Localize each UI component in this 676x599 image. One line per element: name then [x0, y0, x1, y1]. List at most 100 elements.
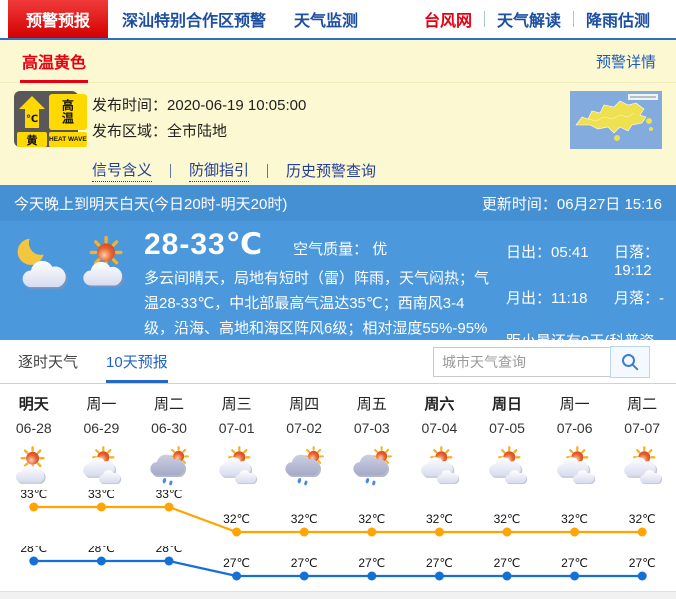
forecast-date-label: 07-04: [406, 414, 474, 442]
current-weather-header: 今天晚上到明天白天(今日20时-明天20时) 更新时间：06月27日 15:16: [0, 185, 676, 221]
temperature-label: 32℃: [561, 512, 588, 526]
heat-wave-warning-icon: ℃ 高温 黄 HEAT WAVE: [14, 91, 78, 147]
forecast-weather-icon-rain-sun: [135, 442, 203, 490]
forecast-day-label[interactable]: 周六: [406, 384, 474, 414]
nav-link-rain-estimate[interactable]: 降雨估测: [574, 7, 662, 31]
low-temperature-line-chart: 28℃28℃28℃27℃27℃27℃27℃27℃27℃27℃: [0, 546, 676, 591]
sunrise: 日出：05:41: [506, 241, 614, 279]
search-icon: [620, 352, 640, 372]
temperature-label: 32℃: [629, 512, 656, 526]
temperature-label: 27℃: [426, 556, 453, 570]
temperature-label: 27℃: [629, 556, 656, 570]
forecast-weather-icon-rain-sun: [270, 442, 338, 490]
temperature-point: [29, 557, 38, 566]
warning-map-thumbnail[interactable]: [570, 91, 662, 149]
forecast-day-label[interactable]: 周四: [270, 384, 338, 414]
temperature-label: 27℃: [358, 556, 385, 570]
nav-tab-weather-monitor[interactable]: 天气监测: [280, 0, 372, 38]
temperature-label: 32℃: [494, 512, 521, 526]
temperature-point: [435, 572, 444, 581]
air-quality: 空气质量： 优: [293, 238, 387, 259]
forecast-weather-icon-cloud-sun: [541, 442, 609, 490]
temperature-point: [232, 572, 241, 581]
temperature-point: [435, 528, 444, 537]
forecast-date-label: 07-01: [203, 414, 271, 442]
tab-hourly-weather[interactable]: 逐时天气: [18, 340, 78, 383]
temperature-point: [29, 503, 38, 512]
temperature-point: [97, 503, 106, 512]
city-search-box: [433, 346, 658, 378]
tab-ten-day-forecast[interactable]: 10天预报: [106, 340, 168, 383]
top-nav: 预警预报 深汕特别合作区预警 天气监测 台风网 天气解读 降雨估测: [0, 0, 676, 40]
temperature-point: [165, 503, 174, 512]
temperature-range: 28-33℃: [144, 227, 263, 262]
day-cloudy-sun-icon: [78, 235, 138, 291]
forecast-date-label: 07-03: [338, 414, 406, 442]
defense-guide-link[interactable]: 防御指引: [189, 159, 249, 182]
forecast-date-label: 07-05: [473, 414, 541, 442]
temperature-label: 32℃: [223, 512, 250, 526]
warning-info: 发布时间：2020-06-19 10:05:00 发布区域：全市陆地: [92, 91, 306, 149]
forecast-date-label: 06-30: [135, 414, 203, 442]
temperature-label: 28℃: [88, 546, 115, 555]
temperature-arrow-icon: ℃: [17, 94, 47, 130]
temperature-point: [570, 572, 579, 581]
temperature-label: 27℃: [494, 556, 521, 570]
forecast-weather-icon-sun-cloud: [0, 442, 68, 490]
warning-type-tab[interactable]: 高温黄色: [20, 39, 88, 83]
forecast-date-label: 07-07: [608, 414, 676, 442]
publish-area-value: 全市陆地: [167, 123, 227, 140]
warning-detail-link[interactable]: 预警详情: [596, 51, 656, 72]
city-search-input[interactable]: [433, 347, 611, 377]
nav-link-typhoon-net[interactable]: 台风网: [412, 7, 484, 31]
warning-panel: 高温黄色 预警详情 ℃ 高温 黄 HEAT WAVE 发布时间：2020-06-…: [0, 40, 676, 185]
nav-tab-warning-forecast[interactable]: 预警预报: [8, 0, 108, 38]
update-time: 更新时间：06月27日 15:16: [482, 193, 662, 214]
temperature-label: 33℃: [88, 490, 115, 501]
forecast-date-label: 06-28: [0, 414, 68, 442]
publish-time-value: 2020-06-19 10:05:00: [167, 97, 306, 114]
nav-tab-shenshan-warning[interactable]: 深汕特别合作区预警: [108, 0, 280, 38]
signal-meaning-link[interactable]: 信号含义: [92, 159, 152, 182]
temperature-point: [638, 572, 647, 581]
nav-right-links: 台风网 天气解读 降雨估测: [412, 0, 676, 38]
temperature-point: [367, 572, 376, 581]
temperature-point: [300, 572, 309, 581]
high-temperature-line-chart: 33℃33℃33℃32℃32℃32℃32℃32℃32℃32℃: [0, 490, 676, 546]
link-separator: [267, 164, 268, 178]
forecast-day-label[interactable]: 周日: [473, 384, 541, 414]
forecast-day-label[interactable]: 明天: [0, 384, 68, 414]
temperature-label: 27℃: [561, 556, 588, 570]
nav-link-weather-interpretation[interactable]: 天气解读: [485, 7, 573, 31]
forecast-day-label[interactable]: 周一: [541, 384, 609, 414]
forecast-day-label[interactable]: 周二: [135, 384, 203, 414]
forecast-icon-row: [0, 442, 676, 490]
temperature-point: [165, 557, 174, 566]
forecast-weather-icon-cloud-sun: [608, 442, 676, 490]
warning-level-yellow: 黄: [17, 132, 47, 147]
forecast-date-row: 06-2806-2906-3007-0107-0207-0307-0407-05…: [0, 414, 676, 442]
forecast-day-label[interactable]: 周五: [338, 384, 406, 414]
publish-time-label: 发布时间：: [92, 97, 167, 114]
heat-wave-label-en: HEAT WAVE: [49, 132, 87, 147]
forecast-weather-icon-cloud-sun: [406, 442, 474, 490]
sunset: 日落：19:12: [614, 241, 664, 279]
temperature-label: 32℃: [426, 512, 453, 526]
forecast-day-label[interactable]: 周二: [608, 384, 676, 414]
forecast-weather-icon-cloud-sun: [68, 442, 136, 490]
temperature-point: [638, 528, 647, 537]
forecast-date-label: 07-06: [541, 414, 609, 442]
warning-body: ℃ 高温 黄 HEAT WAVE 发布时间：2020-06-19 10:05:0…: [0, 83, 676, 149]
temperature-point: [232, 528, 241, 537]
weather-description: 多云间晴天，局地有短时（雷）阵雨，天气闷热；气温28-33℃，中北部最高气温达3…: [144, 266, 492, 341]
temperature-label: 27℃: [291, 556, 318, 570]
temperature-label: 33℃: [156, 490, 183, 501]
forecast-day-label[interactable]: 周一: [68, 384, 136, 414]
moonset: 月落：-: [614, 287, 664, 308]
link-separator: [170, 164, 171, 178]
forecast-day-label[interactable]: 周三: [203, 384, 271, 414]
forecast-weather-icon-cloud-sun: [473, 442, 541, 490]
moonrise: 月出：11:18: [506, 287, 614, 308]
search-button[interactable]: [610, 346, 650, 378]
history-warning-query-link[interactable]: 历史预警查询: [286, 160, 376, 181]
